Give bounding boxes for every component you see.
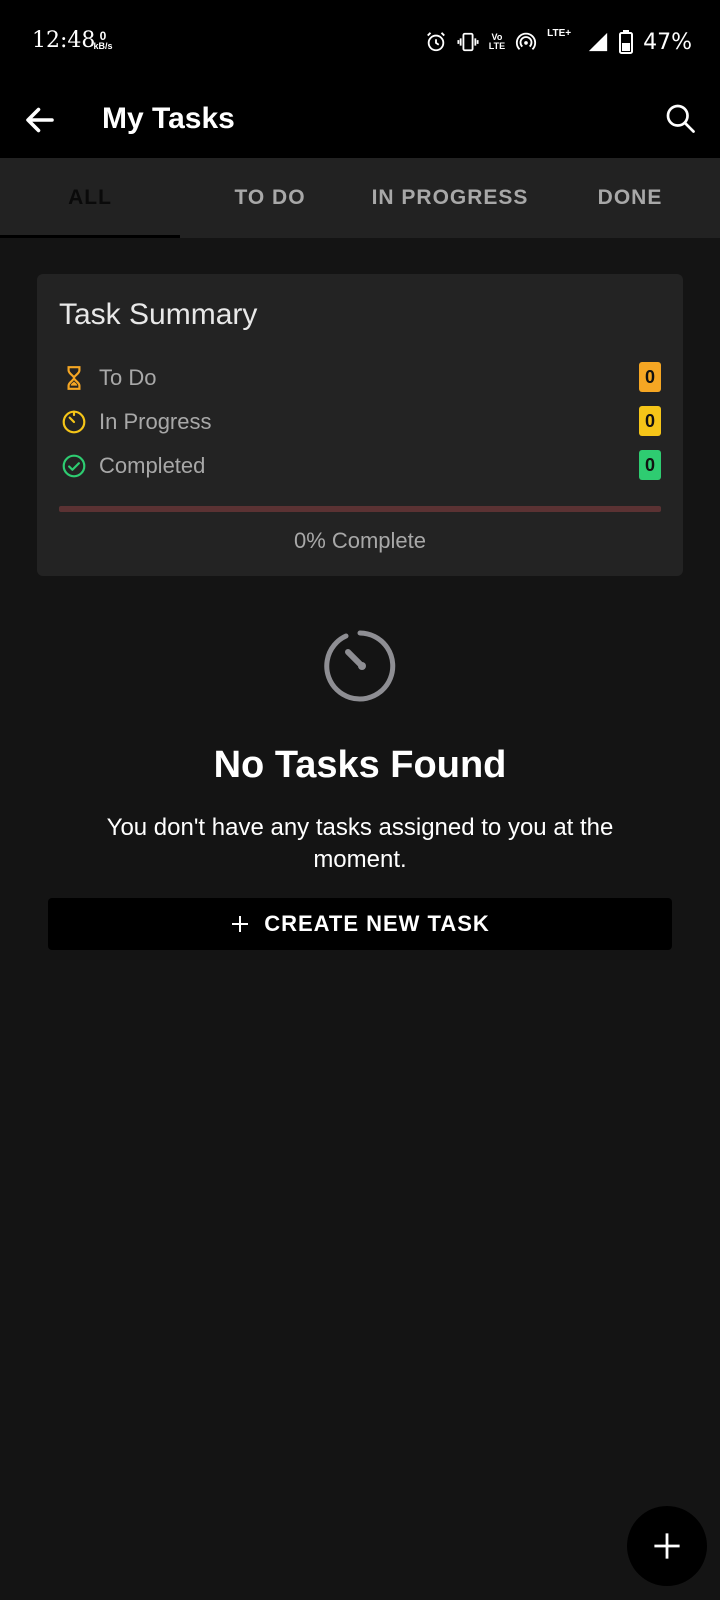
summary-label: To Do (99, 365, 157, 390)
task-summary-card: Task Summary To Do 0 In Progress 0 Compl… (37, 274, 683, 576)
lte-indicator: LTE+ (547, 28, 577, 56)
back-button[interactable] (22, 102, 58, 138)
tab-all-label: ALL (68, 186, 112, 209)
timer-icon (62, 410, 86, 434)
tab-all[interactable]: ALL (0, 158, 180, 238)
network-speed-unit: kB/s (93, 41, 113, 51)
summary-row-in-progress: In Progress 0 (59, 404, 661, 440)
completion-progress-label: 0% Complete (293, 528, 427, 553)
alarm-icon (426, 32, 445, 52)
tab-bar: ALL TO DO IN PROGRESS DONE (0, 158, 720, 238)
summary-label: In Progress (99, 409, 212, 434)
signal-icon (588, 32, 608, 52)
completion-progress-bar (59, 506, 661, 512)
completed-count-badge: 0 (639, 450, 661, 480)
tab-done[interactable]: DONE (540, 158, 720, 238)
search-button[interactable] (662, 100, 698, 136)
in-progress-count-badge: 0 (639, 406, 661, 436)
create-new-task-button[interactable]: CREATE NEW TASK (48, 898, 672, 950)
plus-icon (654, 1533, 680, 1559)
hotspot-icon (516, 32, 537, 50)
volte-icon: Vo LTE (489, 33, 505, 51)
check-circle-icon (62, 454, 86, 478)
tab-in-progress-label: IN PROGRESS (371, 186, 529, 209)
status-icons: Vo LTE LTE+ 47% (425, 26, 692, 58)
volte-bottom: LTE (488, 41, 506, 51)
battery-percent: 47% (643, 29, 692, 55)
search-icon (666, 104, 695, 133)
tab-done-label: DONE (597, 186, 663, 209)
tab-in-progress[interactable]: IN PROGRESS (360, 158, 540, 238)
network-speed: 0 kB/s (90, 30, 116, 51)
timer-icon (324, 630, 396, 702)
add-task-fab[interactable] (627, 1506, 707, 1586)
app-bar: My Tasks (0, 84, 720, 158)
battery-icon (619, 30, 634, 54)
empty-state-title: No Tasks Found (213, 744, 507, 786)
page-title: My Tasks (102, 102, 235, 135)
tab-to-do[interactable]: TO DO (180, 158, 360, 238)
create-new-task-label: CREATE NEW TASK (264, 911, 490, 936)
hourglass-icon (67, 366, 81, 390)
task-summary-title: Task Summary (59, 298, 258, 331)
status-bar: 12:48 0 kB/s Vo LTE LTE+ 47% (0, 0, 720, 84)
summary-row-to-do: To Do 0 (59, 360, 661, 396)
tab-to-do-label: TO DO (234, 186, 306, 209)
plus-icon (232, 916, 249, 932)
arrow-left-icon (26, 107, 54, 133)
vibrate-icon (457, 32, 479, 52)
summary-label: Completed (99, 453, 206, 478)
summary-row-completed: Completed 0 (59, 448, 661, 484)
lte-label: LTE+ (547, 28, 572, 39)
to-do-count-badge: 0 (639, 362, 661, 392)
status-time: 12:48 (32, 28, 96, 53)
empty-state-message: You don't have any tasks assigned to you… (106, 814, 614, 873)
